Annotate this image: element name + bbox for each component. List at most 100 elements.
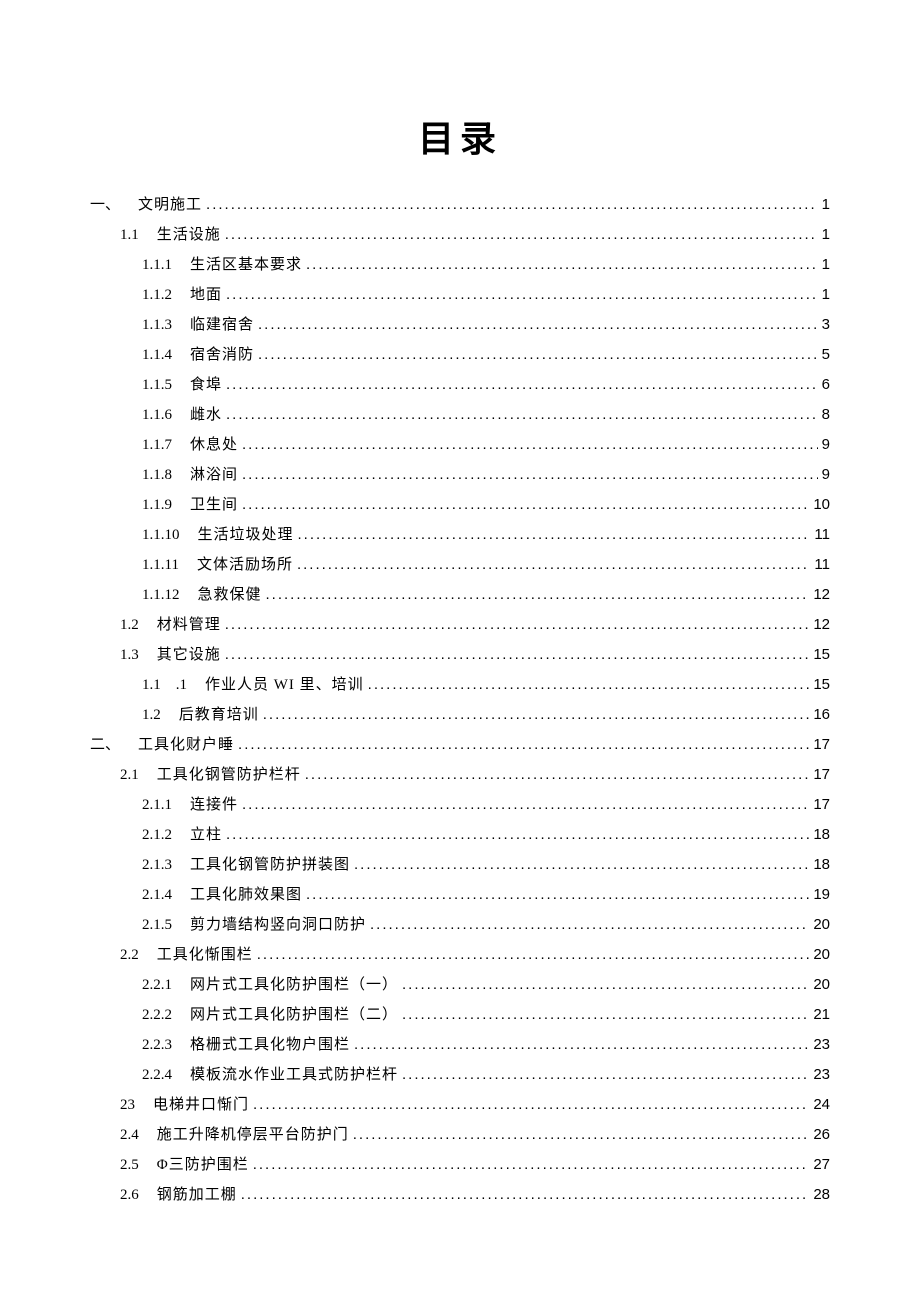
toc-entry-number: 1.2 <box>120 610 157 640</box>
toc-entry: 2.5Φ三防护围栏27 <box>90 1150 830 1180</box>
toc-leader-dots <box>402 1060 809 1090</box>
toc-entry-label: 施工升降机停层平台防护门 <box>157 1120 349 1150</box>
toc-entry-number: 2.2.2 <box>142 1000 190 1030</box>
toc-entry-page: 3 <box>822 310 830 340</box>
toc-entry-page: 11 <box>814 520 830 550</box>
toc-entry-page: 21 <box>813 1000 830 1030</box>
toc-entry-page: 20 <box>813 940 830 970</box>
toc-entry: 2.1.3工具化钢管防护拼装图18 <box>90 850 830 880</box>
toc-entry: 1.1 .1作业人员 WI 里、培训15 <box>90 670 830 700</box>
toc-entry-label: 钢筋加工棚 <box>157 1180 237 1210</box>
toc-entry-number: 1.1.7 <box>142 430 190 460</box>
toc-entry-label: 生活垃圾处理 <box>198 520 294 550</box>
toc-entry-page: 26 <box>813 1120 830 1150</box>
toc-leader-dots <box>257 940 810 970</box>
toc-entry-page: 20 <box>813 970 830 1000</box>
toc-entry-label: 地面 <box>190 280 222 310</box>
toc-entry-label: 电梯井口惭门 <box>153 1090 249 1120</box>
toc-entry-label: 临建宿舍 <box>190 310 254 340</box>
toc-leader-dots <box>242 460 818 490</box>
toc-entry: 2.4施工升降机停层平台防护门26 <box>90 1120 830 1150</box>
toc-entry-label: 食埠 <box>190 370 222 400</box>
toc-leader-dots <box>402 1000 809 1030</box>
toc-entry: 1.1.3临建宿舍3 <box>90 310 830 340</box>
toc-entry-page: 16 <box>813 700 830 730</box>
toc-entry-page: 27 <box>813 1150 830 1180</box>
toc-entry: 1.1.9卫生间10 <box>90 490 830 520</box>
toc-entry-label: 淋浴间 <box>190 460 238 490</box>
toc-entry: 2.1工具化钢管防护栏杆17 <box>90 760 830 790</box>
toc-entry-page: 18 <box>813 820 830 850</box>
toc-entry-number: 1.1.4 <box>142 340 190 370</box>
toc-entry-label: 文明施工 <box>138 190 202 220</box>
toc-entry-number: 1.1 <box>120 220 157 250</box>
toc-entry-number: 1.1.10 <box>142 520 198 550</box>
toc-entry: 1.1.8淋浴间9 <box>90 460 830 490</box>
toc-entry-number: 2.5 <box>120 1150 157 1180</box>
toc-leader-dots <box>298 520 811 550</box>
toc-entry-number: 1.1.6 <box>142 400 190 430</box>
toc-entry-number: 2.2.1 <box>142 970 190 1000</box>
toc-entry: 2.2.4模板流水作业工具式防护栏杆23 <box>90 1060 830 1090</box>
toc-entry-number: 1.1.1 <box>142 250 190 280</box>
toc-entry-label: 宿舍消防 <box>190 340 254 370</box>
toc-entry-number: 一、 <box>90 190 138 220</box>
toc-entry: 2.1.5剪力墙结构竖向洞口防护20 <box>90 910 830 940</box>
toc-entry: 1.1.11文体活励场所11 <box>90 550 830 580</box>
toc-entry-number: 2.1.2 <box>142 820 190 850</box>
toc-leader-dots <box>241 1180 810 1210</box>
toc-entry-number: 2.1.4 <box>142 880 190 910</box>
toc-entry-number: 1.1.11 <box>142 550 197 580</box>
toc-entry-number: 1.3 <box>120 640 157 670</box>
toc-leader-dots <box>353 1120 810 1150</box>
toc-entry-page: 12 <box>813 580 830 610</box>
toc-entry-page: 9 <box>822 430 830 460</box>
toc-leader-dots <box>238 730 809 760</box>
toc-entry-label: 作业人员 WI 里、培训 <box>205 670 364 700</box>
toc-entry-page: 8 <box>822 400 830 430</box>
toc-entry-number: 2.6 <box>120 1180 157 1210</box>
toc-entry-label: 工具化钢管防护栏杆 <box>157 760 301 790</box>
toc-leader-dots <box>402 970 809 1000</box>
toc-entry-page: 12 <box>813 610 830 640</box>
toc-entry-label: 网片式工具化防护围栏（一） <box>190 970 398 1000</box>
toc-leader-dots <box>206 190 818 220</box>
toc-leader-dots <box>225 220 818 250</box>
toc-leader-dots <box>305 760 810 790</box>
toc-entry-page: 1 <box>822 190 830 220</box>
toc-entry-number: 2.2.4 <box>142 1060 190 1090</box>
toc-entry-page: 1 <box>822 280 830 310</box>
toc-entry-page: 23 <box>813 1060 830 1090</box>
toc-entry: 二、工具化财户睡17 <box>90 730 830 760</box>
toc-leader-dots <box>242 490 809 520</box>
toc-leader-dots <box>263 700 810 730</box>
toc-entry-label: 网片式工具化防护围栏（二） <box>190 1000 398 1030</box>
toc-entry-page: 19 <box>813 880 830 910</box>
toc-entry-page: 10 <box>813 490 830 520</box>
page-title: 目录 <box>90 110 830 162</box>
toc-entry: 1.2后教育培训16 <box>90 700 830 730</box>
toc-entry-number: 1.1 .1 <box>142 670 205 700</box>
toc-leader-dots <box>297 550 810 580</box>
toc-leader-dots <box>226 820 809 850</box>
toc-entry-label: 工具化惭围栏 <box>157 940 253 970</box>
toc-leader-dots <box>226 370 818 400</box>
toc-entry-page: 24 <box>813 1090 830 1120</box>
toc-entry-label: 急救保健 <box>198 580 262 610</box>
toc-entry: 1.1.6雌水8 <box>90 400 830 430</box>
toc-entry-number: 2.1.5 <box>142 910 190 940</box>
toc-entry: 1.1.10生活垃圾处理 11 <box>90 520 830 550</box>
toc-entry-label: 休息处 <box>190 430 238 460</box>
toc-entry-label: 工具化肺效果图 <box>190 880 302 910</box>
toc-entry-label: 剪力墙结构竖向洞口防护 <box>190 910 366 940</box>
toc-entry: 1.1.1生活区基本要求1 <box>90 250 830 280</box>
toc-entry-number: 二、 <box>90 730 138 760</box>
toc-entry: 1.1.2地面1 <box>90 280 830 310</box>
toc-entry: 1.1.4宿舍消防5 <box>90 340 830 370</box>
toc-entry-label: 工具化钢管防护拼装图 <box>190 850 350 880</box>
toc-leader-dots <box>242 430 818 460</box>
toc-entry-page: 28 <box>813 1180 830 1210</box>
toc-entry-label: 生活设施 <box>157 220 221 250</box>
toc-leader-dots <box>225 640 810 670</box>
toc-entry-page: 17 <box>813 730 830 760</box>
